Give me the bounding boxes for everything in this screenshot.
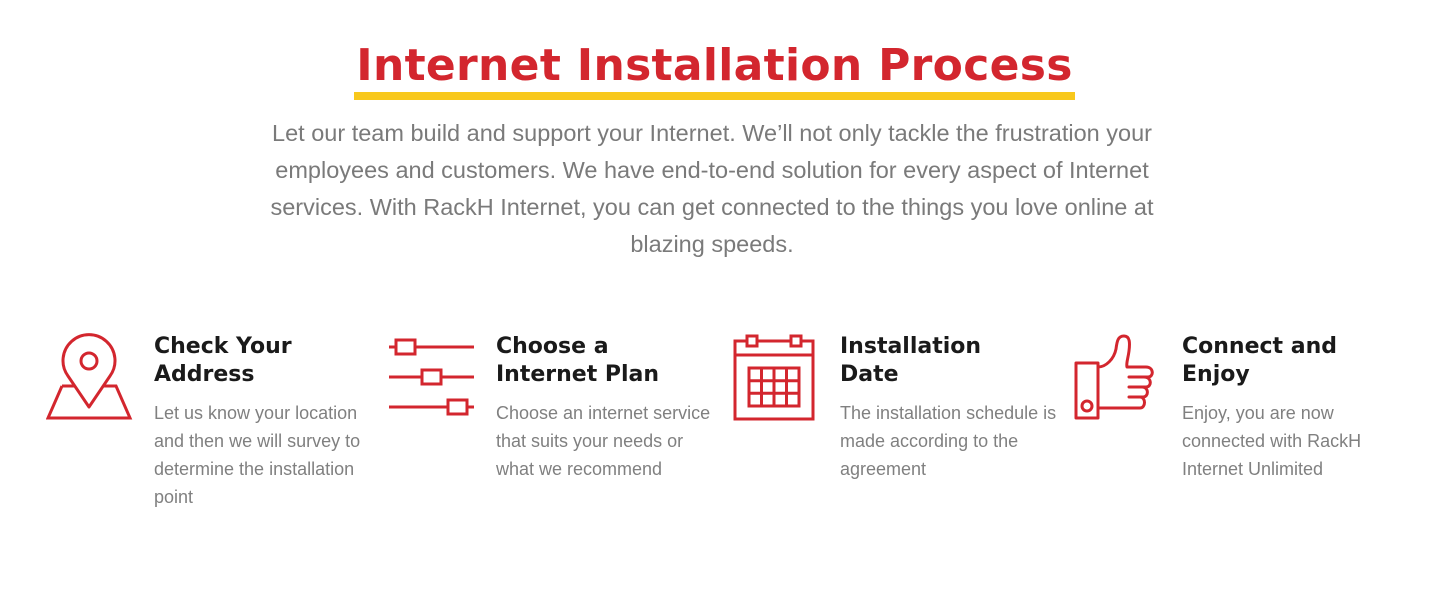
step-title-line: Address: [154, 362, 255, 387]
step-title: Connect and Enjoy: [1182, 333, 1402, 389]
step-description: The installation schedule is made accord…: [840, 403, 1057, 479]
step-title-line: Internet Plan: [496, 362, 660, 387]
page-title: Internet Installation Process: [354, 40, 1075, 100]
step-title: Check Your Address: [154, 333, 374, 389]
thumbs-up-icon: [1074, 333, 1166, 425]
step-description: Let us know your location and then we wi…: [154, 403, 361, 507]
step-title: Choose a Internet Plan: [496, 333, 716, 389]
step-title-line: Check Your: [154, 334, 292, 359]
step-title: Installation Date: [840, 333, 1060, 389]
step-title-line: Enjoy: [1182, 362, 1250, 387]
step-title-line: Date: [840, 362, 899, 387]
step-check-address: Check Your Address Let us know your loca…: [46, 333, 376, 523]
step-description: Choose an internet service that suits yo…: [496, 403, 711, 479]
step-title-line: Connect and: [1182, 334, 1337, 359]
title-section: Internet Installation Process: [0, 40, 1429, 100]
step-title-line: Choose a: [496, 334, 609, 359]
step-choose-plan: Choose a Internet Plan Choose an interne…: [388, 333, 718, 523]
calendar-icon: [732, 333, 824, 425]
intro-paragraph: Let our team build and support your Inte…: [270, 120, 1154, 257]
step-title-line: Installation: [840, 334, 982, 359]
sliders-icon: [388, 333, 480, 425]
step-installation-date: Installation Date The installation sched…: [732, 333, 1062, 523]
step-connect-enjoy: Connect and Enjoy Enjoy, you are now con…: [1074, 333, 1404, 523]
map-pin-icon: [46, 333, 138, 425]
step-description: Enjoy, you are now connected with RackH …: [1182, 403, 1362, 479]
